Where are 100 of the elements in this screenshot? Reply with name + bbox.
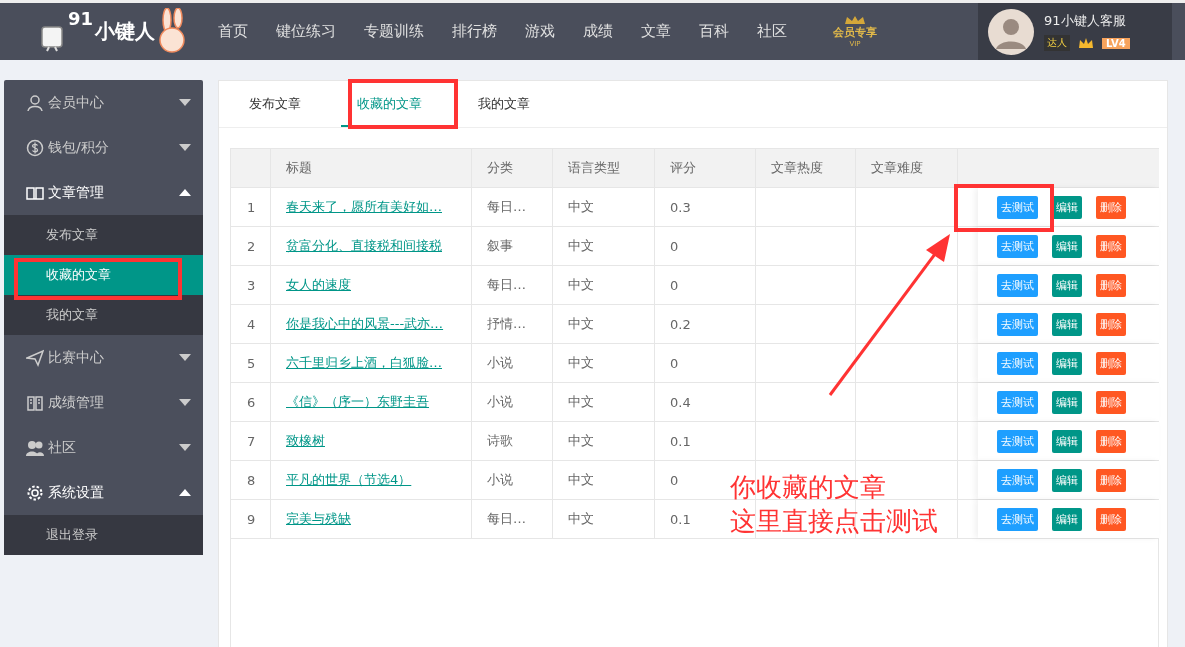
edit-button[interactable]: 编辑 <box>1052 351 1082 375</box>
tab[interactable]: 我的文章 <box>462 81 546 127</box>
table-cell: 中文 <box>553 227 655 265</box>
article-title-link[interactable]: 你是我心中的风景---武亦… <box>286 315 444 333</box>
caret-icon <box>179 99 191 106</box>
article-title-link[interactable]: 完美与残缺 <box>286 510 351 528</box>
test-button[interactable]: 去测试 <box>997 195 1038 219</box>
nav-link[interactable]: 键位练习 <box>262 3 350 60</box>
user-name[interactable]: 91小键人客服 <box>1044 12 1130 30</box>
article-title-link[interactable]: 致橡树 <box>286 432 325 450</box>
annotation-text: 你收藏的文章 <box>730 471 887 504</box>
article-title-link[interactable]: 春天来了，愿所有美好如… <box>286 198 442 216</box>
nav-link[interactable]: 游戏 <box>511 3 569 60</box>
edit-button[interactable]: 编辑 <box>1052 429 1082 453</box>
column-header: 文章热度 <box>756 149 856 187</box>
test-button[interactable]: 去测试 <box>997 468 1038 492</box>
table-cell: 小说 <box>472 461 553 499</box>
people-icon <box>26 438 44 457</box>
submenu-item[interactable]: 发布文章 <box>4 215 203 255</box>
caret-icon <box>179 444 191 451</box>
article-title-link[interactable]: 女人的速度 <box>286 276 351 294</box>
table-cell: 抒情… <box>472 305 553 343</box>
edit-button[interactable]: 编辑 <box>1052 507 1082 531</box>
nav-link[interactable]: 百科 <box>685 3 743 60</box>
test-button[interactable]: 去测试 <box>997 312 1038 336</box>
table-cell: 每日… <box>472 500 553 538</box>
nav-link[interactable]: 社区 <box>743 3 801 60</box>
edit-button[interactable]: 编辑 <box>1052 195 1082 219</box>
column-header: 评分 <box>655 149 756 187</box>
table-cell: 0.1 <box>655 422 756 460</box>
table-cell: 0 <box>655 266 756 304</box>
table-cell: 0.3 <box>655 188 756 226</box>
vip-title: 会员专享 <box>833 25 877 40</box>
edit-button[interactable]: 编辑 <box>1052 234 1082 258</box>
edit-button[interactable]: 编辑 <box>1052 390 1082 414</box>
test-button[interactable]: 去测试 <box>997 390 1038 414</box>
gear-icon <box>26 483 44 502</box>
row-number: 3 <box>231 266 271 304</box>
table-cell: 中文 <box>553 266 655 304</box>
sidebar-item[interactable]: 系统设置 <box>4 470 203 515</box>
column-header: 分类 <box>472 149 553 187</box>
delete-button[interactable]: 删除 <box>1096 468 1126 492</box>
person-icon <box>26 93 44 112</box>
row-number: 9 <box>231 500 271 538</box>
nav-link[interactable]: 成绩 <box>569 3 627 60</box>
table-cell: 0 <box>655 227 756 265</box>
column-header: 标题 <box>271 149 472 187</box>
column-header: 语言类型 <box>553 149 655 187</box>
test-button[interactable]: 去测试 <box>997 507 1038 531</box>
delete-button[interactable]: 删除 <box>1096 312 1126 336</box>
test-button[interactable]: 去测试 <box>997 351 1038 375</box>
submenu-item[interactable]: 退出登录 <box>4 515 203 555</box>
test-button[interactable]: 去测试 <box>997 429 1038 453</box>
article-title-link[interactable]: 平凡的世界（节选4） <box>286 471 412 489</box>
caret-icon <box>179 399 191 406</box>
sidebar-item[interactable]: 会员中心 <box>4 80 203 125</box>
plane-icon <box>26 348 44 367</box>
delete-button[interactable]: 删除 <box>1096 390 1126 414</box>
table-cell: 诗歌 <box>472 422 553 460</box>
tab[interactable]: 收藏的文章 <box>341 81 438 127</box>
delete-button[interactable]: 删除 <box>1096 234 1126 258</box>
edit-button[interactable]: 编辑 <box>1052 468 1082 492</box>
edit-button[interactable]: 编辑 <box>1052 273 1082 297</box>
sidebar-item[interactable]: 社区 <box>4 425 203 470</box>
delete-button[interactable]: 删除 <box>1096 351 1126 375</box>
sidebar-item[interactable]: 比赛中心 <box>4 335 203 380</box>
coin-icon <box>26 138 44 157</box>
table-cell: 0 <box>655 344 756 382</box>
article-title-link[interactable]: 《信》（序一）东野圭吾 <box>286 393 429 411</box>
table-cell: 中文 <box>553 305 655 343</box>
row-number: 6 <box>231 383 271 421</box>
row-number: 7 <box>231 422 271 460</box>
row-number: 2 <box>231 227 271 265</box>
sidebar-item[interactable]: 文章管理 <box>4 170 203 215</box>
article-title-link[interactable]: 六千里归乡上酒，白狐脸… <box>286 354 442 372</box>
table-cell: 每日… <box>472 188 553 226</box>
sidebar-item[interactable]: 钱包/积分 <box>4 125 203 170</box>
test-button[interactable]: 去测试 <box>997 234 1038 258</box>
edit-button[interactable]: 编辑 <box>1052 312 1082 336</box>
nav-link[interactable]: 文章 <box>627 3 685 60</box>
test-button[interactable]: 去测试 <box>997 273 1038 297</box>
submenu-item[interactable]: 我的文章 <box>4 295 203 335</box>
delete-button[interactable]: 删除 <box>1096 195 1126 219</box>
nav-link[interactable]: 专题训练 <box>350 3 438 60</box>
delete-button[interactable]: 删除 <box>1096 429 1126 453</box>
article-title-link[interactable]: 贫富分化、直接税和间接税 <box>286 237 442 255</box>
nav-link[interactable]: 排行榜 <box>438 3 511 60</box>
table-cell: 每日… <box>472 266 553 304</box>
avatar[interactable] <box>988 8 1034 55</box>
report-icon <box>26 393 44 412</box>
nav-link[interactable]: 首页 <box>204 3 262 60</box>
rabbit-mascot-drawing <box>157 7 188 56</box>
sidebar-item[interactable]: 成绩管理 <box>4 380 203 425</box>
delete-button[interactable]: 删除 <box>1096 273 1126 297</box>
crown-icon <box>1078 37 1094 49</box>
caret-icon <box>179 189 191 196</box>
caret-icon <box>179 489 191 496</box>
logo-text: 小键人 <box>95 18 156 45</box>
delete-button[interactable]: 删除 <box>1096 507 1126 531</box>
tab[interactable]: 发布文章 <box>233 81 317 127</box>
